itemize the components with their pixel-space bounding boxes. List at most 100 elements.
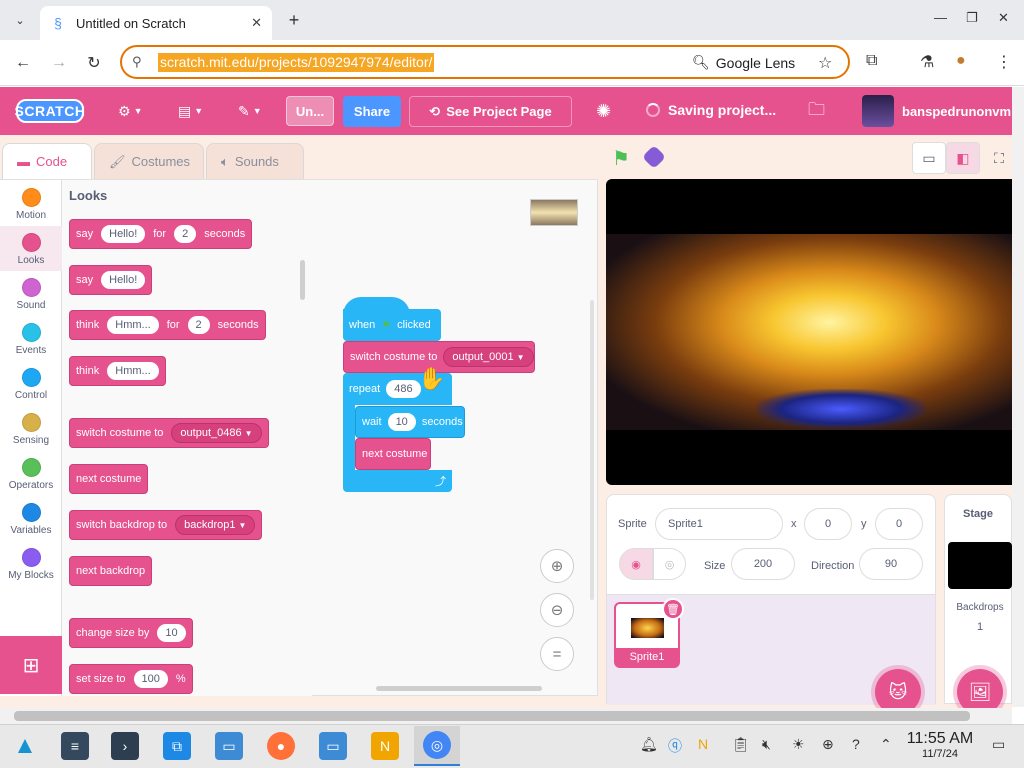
category-my-blocks[interactable]: My Blocks — [0, 548, 62, 593]
category-sensing[interactable]: Sensing — [0, 413, 62, 458]
palette-scrollbar[interactable] — [300, 260, 305, 300]
block-say[interactable]: say Hello! — [69, 265, 153, 295]
block-input[interactable]: Hmm... — [107, 362, 159, 380]
google-lens-button[interactable]: 🔍︎ Google Lens — [692, 54, 795, 71]
script-horizontal-scrollbar[interactable] — [376, 686, 542, 691]
back-icon[interactable]: ← — [12, 52, 34, 74]
block-input[interactable]: 100 — [133, 670, 168, 688]
arch-launcher-icon[interactable]: ▲ — [2, 726, 48, 766]
settings-menu[interactable]: ⚙ ▼ — [118, 99, 142, 123]
taskbar-files-app-2[interactable]: ▭ — [310, 726, 356, 766]
block-next-backdrop[interactable]: next backdrop — [69, 556, 153, 586]
block-input[interactable]: Hello! — [101, 271, 146, 289]
reload-icon[interactable]: ↻ — [83, 52, 105, 74]
x-field[interactable]: 0 — [804, 508, 852, 540]
project-title-input[interactable]: Un... — [286, 96, 334, 126]
costume-dropdown[interactable]: output_0001 ▼ — [443, 347, 534, 367]
block-set-size[interactable]: set size to 100 % — [69, 664, 193, 694]
y-field[interactable]: 0 — [875, 508, 923, 540]
account-menu[interactable]: banspedrunonvm — [862, 95, 1011, 127]
minimize-icon[interactable]: — — [934, 10, 947, 25]
block-think-for-secs[interactable]: think Hmm... for 2 seconds — [69, 310, 266, 340]
show-desktop-icon[interactable]: ▭ — [992, 736, 1005, 753]
browser-menu-icon[interactable]: ⋮ — [996, 52, 1012, 72]
direction-field[interactable]: 90 — [859, 548, 923, 580]
taskbar-settings-app[interactable]: ≡ — [52, 726, 98, 766]
zoom-reset-button[interactable]: = — [540, 637, 574, 671]
category-operators[interactable]: Operators — [0, 458, 62, 503]
new-tab-icon[interactable]: + — [282, 8, 306, 32]
tab-sounds[interactable]: 🔈︎ Sounds — [206, 143, 304, 179]
tutorials-lightbulb-icon[interactable]: ✺ — [596, 99, 611, 123]
block-next-costume[interactable]: next costume — [69, 464, 149, 494]
zoom-in-button[interactable]: ⊕ — [540, 549, 574, 583]
block-say-for-secs[interactable]: say Hello! for 2 seconds — [69, 219, 253, 249]
tab-costumes[interactable]: 🖌︎ Costumes — [94, 143, 204, 179]
extensions-icon[interactable]: ⧉ — [866, 52, 877, 70]
zoom-out-button[interactable]: ⊖ — [540, 593, 574, 627]
hide-sprite-button[interactable]: ◎ — [653, 548, 686, 580]
block-when-flag-clicked[interactable]: when ⚑ clicked — [343, 309, 441, 341]
brightness-icon[interactable]: ☀ — [792, 736, 805, 753]
block-input[interactable]: Hello! — [101, 225, 146, 243]
see-project-page-button[interactable]: ⟲ See Project Page — [409, 96, 572, 127]
category-control[interactable]: Control — [0, 368, 62, 413]
size-field[interactable]: 200 — [731, 548, 795, 580]
taskbar-chrome-app[interactable]: ◎ — [414, 726, 460, 766]
add-extension-button[interactable]: ⊞ — [0, 636, 62, 694]
omnibox[interactable]: ⚲ scratch.mit.edu/projects/1092947974/ed… — [120, 45, 850, 79]
block-input[interactable]: 2 — [187, 316, 210, 334]
labs-flask-icon[interactable]: ⚗ — [920, 52, 934, 72]
scratch-logo[interactable]: SCRATCH — [15, 99, 85, 123]
close-window-icon[interactable]: ✕ — [998, 10, 1009, 26]
category-variables[interactable]: Variables — [0, 503, 62, 548]
delete-sprite-trash-icon[interactable]: 🗑︎ — [662, 598, 684, 620]
taskbar-firefox-app[interactable]: ● — [258, 726, 304, 766]
notification-bell-icon[interactable]: 🔔︎ — [640, 736, 658, 753]
qbittorrent-icon[interactable]: ⓠ — [668, 736, 682, 756]
block-think[interactable]: think Hmm... — [69, 356, 166, 386]
close-tab-icon[interactable]: ✕ — [251, 15, 262, 31]
app-n-tray-icon[interactable]: N — [698, 736, 708, 752]
tray-expand-chevron-icon[interactable]: ⌃ — [880, 736, 892, 753]
block-next-costume-script[interactable]: next costume — [355, 438, 431, 470]
profile-icon[interactable]: ● — [956, 52, 966, 70]
taskbar-app-n[interactable]: N — [362, 726, 408, 766]
category-sound[interactable]: Sound — [0, 278, 62, 323]
browser-tab[interactable]: § Untitled on Scratch ✕ — [40, 6, 272, 40]
category-events[interactable]: Events — [0, 323, 62, 368]
script-vertical-scrollbar[interactable] — [590, 300, 594, 600]
file-menu[interactable]: ▤ ▼ — [178, 99, 203, 123]
taskbar-files-app[interactable]: ▭ — [206, 726, 252, 766]
fullscreen-button[interactable]: ⛶ — [982, 142, 1016, 174]
restore-icon[interactable]: ❐ — [966, 10, 978, 26]
help-icon[interactable]: ? — [852, 736, 860, 752]
forward-icon[interactable]: → — [48, 52, 70, 74]
block-input[interactable]: 2 — [174, 225, 197, 243]
page-horizontal-scrollbar-thumb[interactable] — [14, 711, 970, 721]
block-switch-backdrop[interactable]: switch backdrop to backdrop1 ▼ — [69, 510, 263, 540]
bookmark-star-icon[interactable]: ☆ — [818, 53, 832, 73]
taskbar-vscode-app[interactable]: ⧉ — [154, 726, 200, 766]
site-info-icon[interactable]: ⚲ — [132, 54, 142, 70]
clipboard-icon[interactable]: 📋︎ — [732, 736, 750, 753]
sprite-name-field[interactable]: Sprite1 — [655, 508, 783, 540]
small-stage-button[interactable]: ▭ — [912, 142, 946, 174]
show-sprite-button[interactable]: ◉ — [619, 548, 653, 580]
edit-menu[interactable]: ✎ ▼ — [238, 99, 262, 123]
volume-muted-icon[interactable]: 🔇︎ — [762, 736, 771, 753]
share-button[interactable]: Share — [343, 96, 401, 127]
tab-search-chevron-icon[interactable]: ⌄ — [8, 8, 32, 32]
block-wait[interactable]: wait 10 seconds — [355, 406, 465, 438]
my-stuff-folder-icon[interactable]: 🗀 — [808, 99, 825, 123]
green-flag-icon[interactable]: ⚑ — [612, 146, 630, 171]
stage-canvas[interactable] — [606, 179, 1012, 485]
url-text[interactable]: scratch.mit.edu/projects/1092947974/edit… — [158, 53, 435, 72]
block-input[interactable]: Hmm... — [107, 316, 159, 334]
normal-stage-button[interactable]: ◧ — [946, 142, 980, 174]
tab-code[interactable]: ▬ Code — [2, 143, 92, 179]
block-input[interactable]: 486 — [386, 380, 421, 398]
network-icon[interactable]: ⊕ — [822, 736, 834, 753]
taskbar-clock[interactable]: 11:55 AM 11/7/24 — [900, 730, 980, 760]
block-change-size[interactable]: change size by 10 — [69, 618, 193, 648]
